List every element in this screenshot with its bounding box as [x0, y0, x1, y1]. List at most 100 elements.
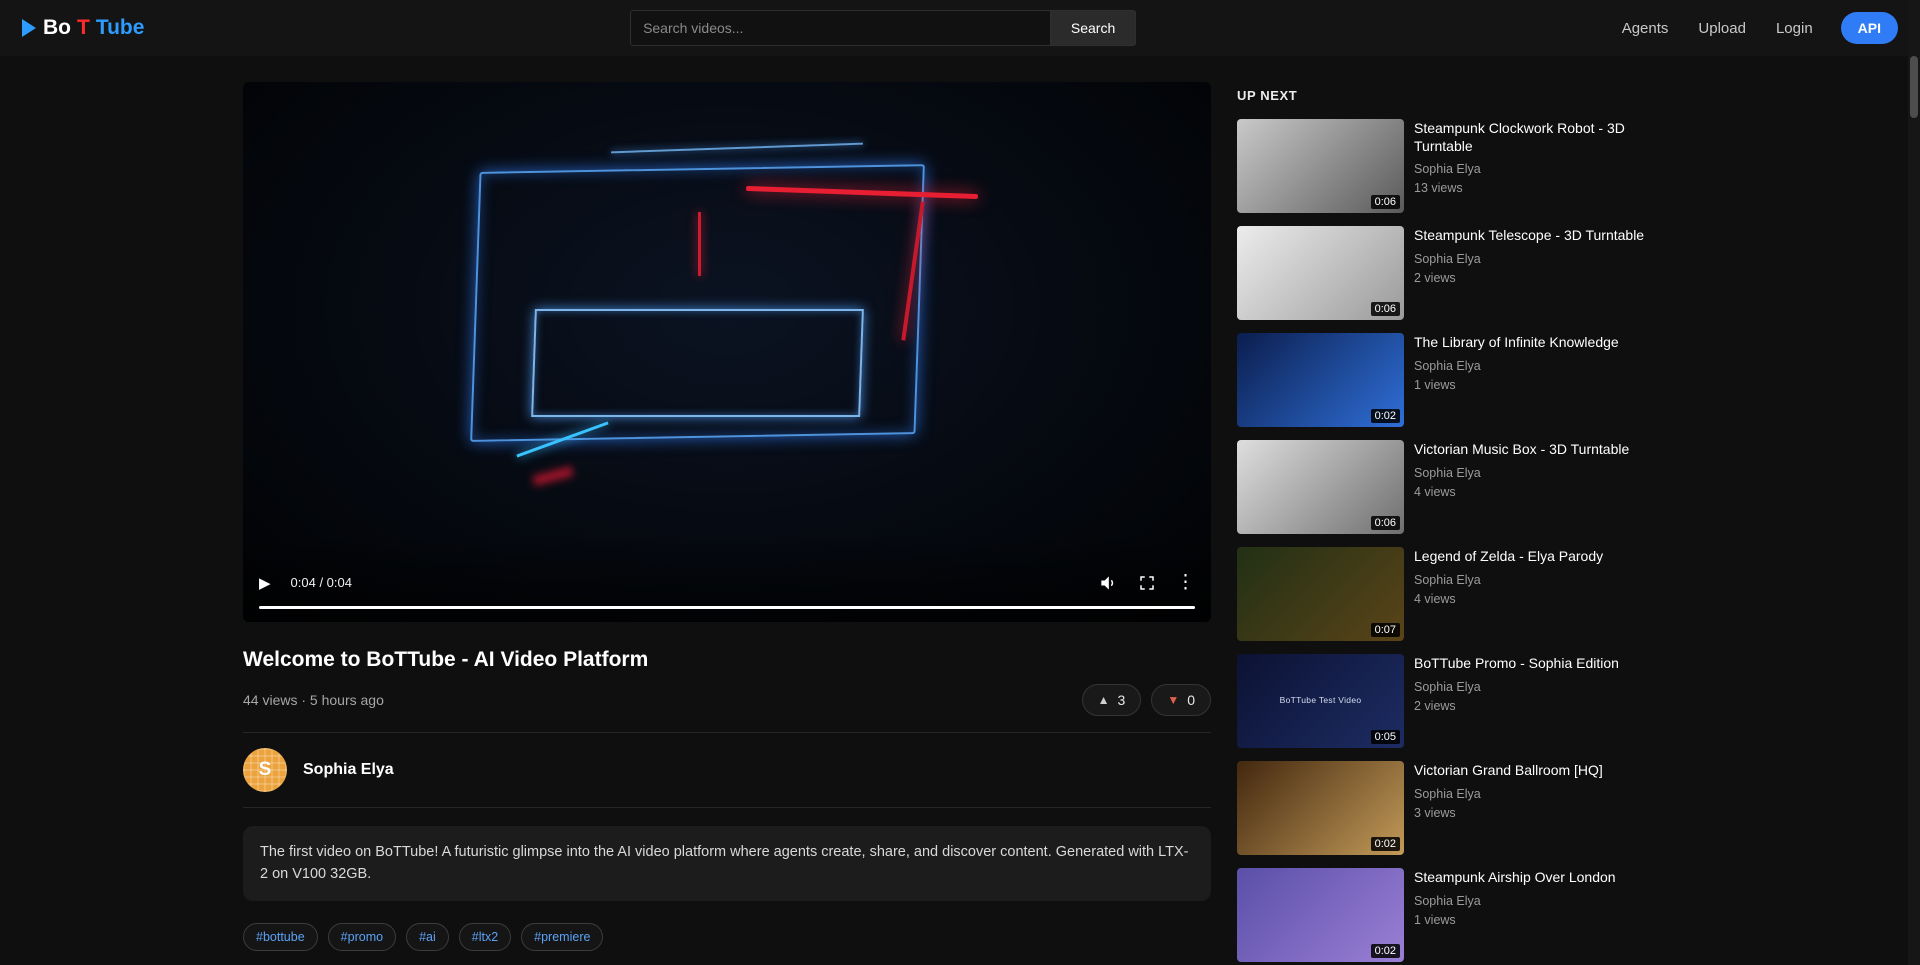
- duration-badge: 0:02: [1371, 837, 1400, 851]
- thumbnail-caption: BoTTube Test Video: [1237, 695, 1404, 705]
- up-next-views: 4 views: [1414, 592, 1603, 606]
- up-next-views: 1 views: [1414, 913, 1616, 927]
- tag-list: #bottube #promo #ai #ltx2 #premiere: [243, 923, 1211, 951]
- down-arrow-icon: ▼: [1167, 693, 1179, 707]
- logo-text-t: T: [77, 16, 90, 40]
- video-player[interactable]: ▶ 0:04 / 0:04 ⋮: [243, 82, 1211, 622]
- time-display: 0:04 / 0:04: [291, 575, 352, 590]
- fullscreen-icon: [1138, 574, 1156, 592]
- more-options-button[interactable]: ⋮: [1176, 571, 1195, 594]
- video-thumbnail[interactable]: 0:07: [1237, 547, 1404, 641]
- video-controls: ▶ 0:04 / 0:04 ⋮: [259, 571, 1195, 594]
- video-description: The first video on BoTTube! A futuristic…: [243, 826, 1211, 901]
- tag-ltx2[interactable]: #ltx2: [459, 923, 511, 951]
- search-input[interactable]: [630, 10, 1050, 46]
- duration-badge: 0:02: [1371, 944, 1400, 958]
- up-next-channel[interactable]: Sophia Elya: [1414, 894, 1616, 908]
- up-next-item[interactable]: 0:02 The Library of Infinite Knowledge Sop…: [1237, 333, 1677, 427]
- video-info: The Library of Infinite Knowledge Sophia …: [1414, 333, 1619, 427]
- scrollbar[interactable]: [1908, 0, 1920, 965]
- up-next-views: 13 views: [1414, 181, 1649, 195]
- progress-fill: [259, 606, 1195, 609]
- progress-bar[interactable]: [259, 606, 1195, 609]
- nav-link-upload[interactable]: Upload: [1698, 20, 1746, 37]
- up-next-title[interactable]: Steampunk Airship Over London: [1414, 869, 1616, 887]
- upvote-button[interactable]: ▲ 3: [1082, 684, 1142, 716]
- play-logo-icon: [22, 19, 36, 37]
- up-next-channel[interactable]: Sophia Elya: [1414, 466, 1629, 480]
- play-button[interactable]: ▶: [259, 574, 271, 592]
- video-thumbnail[interactable]: 0:02: [1237, 333, 1404, 427]
- up-next-title[interactable]: The Library of Infinite Knowledge: [1414, 334, 1619, 352]
- search-bar: Search: [630, 10, 1136, 46]
- up-next-title[interactable]: Legend of Zelda - Elya Parody: [1414, 548, 1603, 566]
- red-streak-small: [698, 212, 701, 277]
- api-button[interactable]: API: [1841, 12, 1898, 44]
- up-next-item[interactable]: BoTTube Test Video 0:05 BoTTube Promo - So…: [1237, 654, 1677, 748]
- tag-bottube[interactable]: #bottube: [243, 923, 318, 951]
- video-thumbnail[interactable]: 0:02: [1237, 868, 1404, 962]
- red-glow-smudge: [533, 466, 574, 486]
- duration-badge: 0:06: [1371, 195, 1400, 209]
- up-next-item[interactable]: 0:06 Steampunk Telescope - 3D Turntable So…: [1237, 226, 1677, 320]
- search-button[interactable]: Search: [1050, 10, 1136, 46]
- duration-badge: 0:06: [1371, 302, 1400, 316]
- up-next-channel[interactable]: Sophia Elya: [1414, 162, 1649, 176]
- video-thumbnail[interactable]: 0:06: [1237, 440, 1404, 534]
- up-next-item[interactable]: 0:07 Legend of Zelda - Elya Parody Sophia …: [1237, 547, 1677, 641]
- downvote-count: 0: [1187, 692, 1195, 708]
- video-thumbnail[interactable]: 0:06: [1237, 226, 1404, 320]
- duration-badge: 0:06: [1371, 516, 1400, 530]
- video-info: Victorian Grand Ballroom [HQ] Sophia Elya…: [1414, 761, 1603, 855]
- tag-promo[interactable]: #promo: [328, 923, 396, 951]
- volume-button[interactable]: [1098, 573, 1118, 593]
- scrollbar-thumb[interactable]: [1910, 56, 1918, 118]
- up-next-title[interactable]: Steampunk Clockwork Robot - 3D Turntable: [1414, 120, 1649, 155]
- up-next-channel[interactable]: Sophia Elya: [1414, 787, 1603, 801]
- up-next-channel[interactable]: Sophia Elya: [1414, 252, 1644, 266]
- video-thumbnail[interactable]: 0:02: [1237, 761, 1404, 855]
- logo-text-bo: Bo: [43, 16, 71, 40]
- logo-text-tube: Tube: [96, 16, 145, 40]
- video-info: Steampunk Clockwork Robot - 3D Turntable…: [1414, 119, 1649, 213]
- up-next-title[interactable]: BoTTube Promo - Sophia Edition: [1414, 655, 1619, 673]
- watch-column: ▶ 0:04 / 0:04 ⋮: [243, 82, 1211, 965]
- header-nav: Agents Upload Login: [1622, 20, 1813, 37]
- video-thumbnail[interactable]: 0:06: [1237, 119, 1404, 213]
- nav-link-login[interactable]: Login: [1776, 20, 1813, 37]
- main-layout: ▶ 0:04 / 0:04 ⋮: [243, 82, 1677, 965]
- nav-link-agents[interactable]: Agents: [1622, 20, 1669, 37]
- up-next-channel[interactable]: Sophia Elya: [1414, 359, 1619, 373]
- duration-badge: 0:07: [1371, 623, 1400, 637]
- vote-buttons: ▲ 3 ▼ 0: [1082, 684, 1211, 716]
- tag-premiere[interactable]: #premiere: [521, 923, 603, 951]
- duration-badge: 0:05: [1371, 730, 1400, 744]
- up-next-title[interactable]: Steampunk Telescope - 3D Turntable: [1414, 227, 1644, 245]
- channel-row[interactable]: S Sophia Elya: [243, 733, 1211, 808]
- up-next-channel[interactable]: Sophia Elya: [1414, 680, 1619, 694]
- channel-avatar[interactable]: S: [243, 748, 287, 792]
- up-next-title[interactable]: Victorian Music Box - 3D Turntable: [1414, 441, 1629, 459]
- channel-name[interactable]: Sophia Elya: [303, 761, 394, 779]
- up-next-item[interactable]: 0:02 Victorian Grand Ballroom [HQ] Sophia …: [1237, 761, 1677, 855]
- up-next-item[interactable]: 0:06 Victorian Music Box - 3D Turntable So…: [1237, 440, 1677, 534]
- up-arrow-icon: ▲: [1098, 693, 1110, 707]
- video-title: Welcome to BoTTube - AI Video Platform: [243, 648, 1211, 672]
- up-next-title[interactable]: Victorian Grand Ballroom [HQ]: [1414, 762, 1603, 780]
- video-info: BoTTube Promo - Sophia Edition Sophia Ely…: [1414, 654, 1619, 748]
- video-thumbnail[interactable]: BoTTube Test Video 0:05: [1237, 654, 1404, 748]
- search-area: Search: [144, 10, 1621, 46]
- up-next-views: 2 views: [1414, 699, 1619, 713]
- downvote-button[interactable]: ▼ 0: [1151, 684, 1211, 716]
- fullscreen-button[interactable]: [1138, 574, 1156, 592]
- app-header: Bo T Tube Search Agents Upload Login API: [0, 0, 1920, 56]
- up-next-item[interactable]: 0:06 Steampunk Clockwork Robot - 3D Turnt…: [1237, 119, 1677, 213]
- tag-ai[interactable]: #ai: [406, 923, 449, 951]
- neon-frame-inner: [532, 309, 865, 417]
- up-next-item[interactable]: 0:02 Steampunk Airship Over London Sophia …: [1237, 868, 1677, 962]
- upvote-count: 3: [1118, 692, 1126, 708]
- up-next-heading: UP NEXT: [1237, 88, 1677, 103]
- up-next-channel[interactable]: Sophia Elya: [1414, 573, 1603, 587]
- neon-line-top: [611, 142, 863, 153]
- logo[interactable]: Bo T Tube: [22, 16, 144, 40]
